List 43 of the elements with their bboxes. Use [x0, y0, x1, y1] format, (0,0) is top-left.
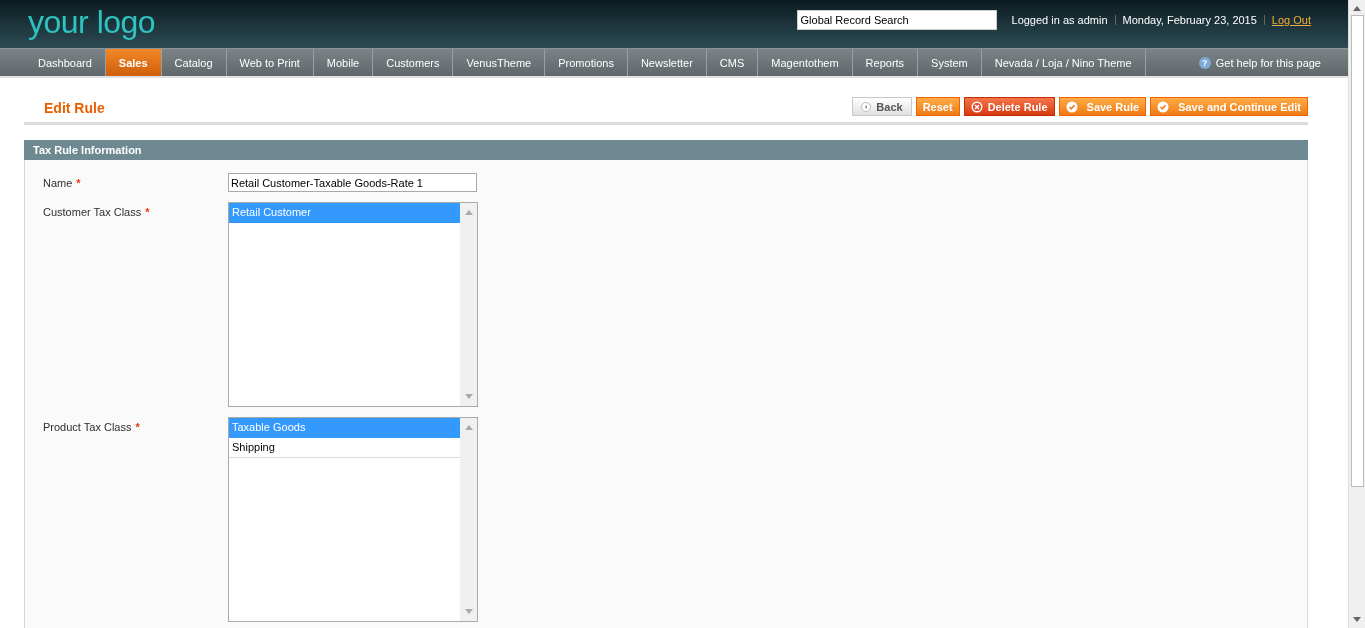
page-scrollbar[interactable]	[1348, 0, 1365, 628]
required-mark: *	[135, 421, 140, 433]
scroll-down-icon[interactable]	[1353, 617, 1361, 622]
nav-tab[interactable]: Newsletter	[627, 49, 707, 76]
list-option[interactable]: Taxable Goods	[229, 418, 460, 438]
multiselect-list[interactable]: Retail Customer	[228, 202, 478, 407]
logout-link[interactable]: Log Out	[1271, 14, 1311, 26]
help-link[interactable]: ? Get help for this page	[1198, 49, 1348, 76]
page-title: Edit Rule	[44, 100, 105, 116]
list-option[interactable]: Shipping	[229, 438, 460, 458]
nav-tab[interactable]: Promotions	[545, 49, 628, 76]
nav-tab[interactable]: Sales	[105, 49, 162, 76]
action-button[interactable]: Delete Rule	[963, 97, 1055, 116]
search-field[interactable]: Global Record Search	[796, 10, 997, 30]
date-text: Monday, February 23, 2015	[1122, 14, 1257, 26]
check-icon	[1065, 100, 1078, 113]
nav-tab[interactable]: Web to Print	[226, 49, 314, 76]
help-icon: ?	[1198, 56, 1211, 69]
nav-tab[interactable]: Dashboard	[25, 49, 106, 76]
multiselect-list[interactable]: Taxable Goods Shipping	[228, 417, 478, 622]
required-mark: *	[76, 177, 81, 189]
logo: your logo	[28, 3, 156, 41]
field-label: Name	[43, 177, 73, 189]
user-info: Logged in as admin	[1011, 14, 1108, 26]
nav-tab[interactable]: Catalog	[161, 49, 227, 76]
cancel-icon	[970, 100, 983, 113]
field-label: Customer Tax Class	[43, 206, 142, 218]
list-option[interactable]: Retail Customer	[229, 203, 460, 223]
nav-tab[interactable]: System	[918, 49, 982, 76]
nav-tab[interactable]: VenusTheme	[453, 49, 546, 76]
section-header: Tax Rule Information	[24, 140, 1308, 160]
nav-tab[interactable]: CMS	[706, 49, 759, 76]
scroll-up-icon[interactable]	[1353, 6, 1361, 11]
action-button[interactable]: Back	[852, 97, 912, 116]
name-input[interactable]: Retail Customer-Taxable Goods-Rate 1	[228, 173, 477, 192]
nav-tab[interactable]: Reports	[852, 49, 919, 76]
required-mark: *	[145, 206, 150, 218]
nav-tab[interactable]: Mobile	[313, 49, 374, 76]
nav-tab[interactable]: Nevada / Loja / Nino Theme	[981, 49, 1146, 76]
field-label: Product Tax Class	[43, 421, 132, 433]
nav-tab[interactable]: Customers	[373, 49, 454, 76]
nav-tab[interactable]: Magentothem	[758, 49, 853, 76]
check-icon	[1157, 100, 1170, 113]
